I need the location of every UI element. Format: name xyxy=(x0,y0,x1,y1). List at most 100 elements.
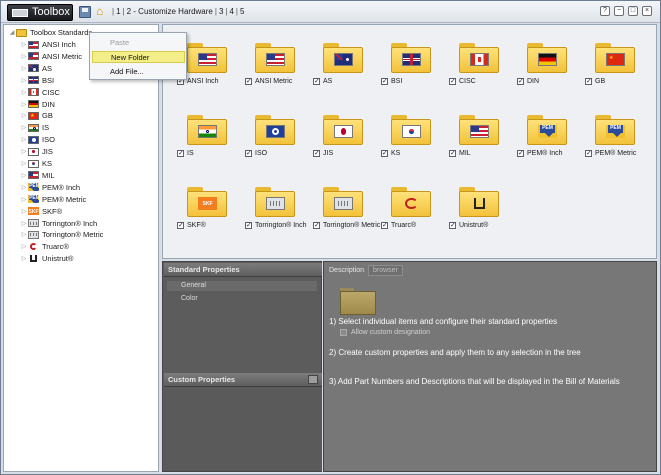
maximize-button[interactable]: □ xyxy=(628,6,638,16)
standard-card[interactable]: ✓ AS xyxy=(313,43,373,103)
folder-icon[interactable] xyxy=(323,115,363,145)
folder-icon[interactable] xyxy=(391,187,431,217)
card-checkbox[interactable]: ✓ xyxy=(381,150,388,157)
tree-item[interactable]: ▷ ISO xyxy=(20,134,55,145)
standard-card[interactable]: ★ ✓ GB xyxy=(585,43,645,103)
expand-arrow-icon[interactable]: ▷ xyxy=(20,160,28,167)
tree-root[interactable]: ◢ Toolbox Standards xyxy=(8,27,92,38)
card-checkbox[interactable]: ✓ xyxy=(449,150,456,157)
card-checkbox[interactable]: ✓ xyxy=(245,150,252,157)
property-general[interactable]: General xyxy=(167,281,317,291)
tree-item[interactable]: ▷ SKF SKF® xyxy=(20,206,62,217)
card-checkbox[interactable]: ✓ xyxy=(381,222,388,229)
expand-arrow-icon[interactable]: ▷ xyxy=(20,65,28,72)
tree-item[interactable]: ▷ Unistrut® xyxy=(20,253,74,264)
expand-arrow-icon[interactable]: ▷ xyxy=(20,124,28,131)
help-button[interactable]: ? xyxy=(600,6,610,16)
standard-card[interactable]: ✓ KS xyxy=(381,115,441,175)
expand-arrow-icon[interactable]: ▷ xyxy=(20,184,28,191)
menu-item-paste[interactable]: Paste xyxy=(92,37,185,49)
expand-arrow-icon[interactable]: ▷ xyxy=(20,220,28,227)
expand-arrow-icon[interactable]: ▷ xyxy=(20,89,28,96)
card-checkbox[interactable]: ✓ xyxy=(177,222,184,229)
tree-item[interactable]: ▷ BSI xyxy=(20,75,54,86)
browser-tab[interactable]: browser xyxy=(368,265,403,276)
expand-arrow-icon[interactable]: ▷ xyxy=(20,148,28,155)
standard-card[interactable]: ✓ DIN xyxy=(517,43,577,103)
expand-arrow-icon[interactable]: ▷ xyxy=(20,77,28,84)
expand-arrow-icon[interactable]: ▷ xyxy=(20,208,28,215)
menu-item-add-file[interactable]: Add File... xyxy=(92,66,185,78)
standard-card[interactable]: ✓ Unistrut® xyxy=(449,187,509,247)
folder-icon[interactable] xyxy=(323,43,363,73)
tree-item[interactable]: ▷ JIS xyxy=(20,146,53,157)
folder-icon[interactable] xyxy=(459,115,499,145)
standard-card[interactable]: ✓ BSI xyxy=(381,43,441,103)
folder-icon[interactable] xyxy=(323,187,363,217)
home-icon[interactable]: ⌂ xyxy=(96,4,103,18)
tree-item[interactable]: ▷ KS xyxy=(20,158,52,169)
expand-arrow-icon[interactable]: ▷ xyxy=(20,231,28,238)
add-custom-property-icon[interactable] xyxy=(308,375,318,384)
folder-icon[interactable] xyxy=(391,43,431,73)
expand-arrow-icon[interactable]: ▷ xyxy=(20,255,28,262)
tree-item[interactable]: ▷ Torrington® Inch xyxy=(20,218,97,229)
card-checkbox[interactable]: ✓ xyxy=(313,222,320,229)
close-button[interactable]: × xyxy=(642,6,652,16)
card-checkbox[interactable]: ✓ xyxy=(245,222,252,229)
tree-item[interactable]: ▷ Truarc® xyxy=(20,241,69,252)
folder-icon[interactable] xyxy=(391,115,431,145)
expand-arrow-icon[interactable]: ▷ xyxy=(20,112,28,119)
folder-icon[interactable]: PEM xyxy=(527,115,567,145)
folder-icon[interactable] xyxy=(459,43,499,73)
standard-card[interactable]: ✓ IS xyxy=(177,115,237,175)
standard-card[interactable]: PEM ✓ PEM® Metric xyxy=(585,115,645,175)
menu-item-new-folder[interactable]: New Folder xyxy=(92,51,185,63)
card-checkbox[interactable]: ✓ xyxy=(585,150,592,157)
expand-arrow-icon[interactable]: ▷ xyxy=(20,101,28,108)
folder-icon[interactable]: ★ xyxy=(595,43,635,73)
standard-card[interactable]: ✓ Truarc® xyxy=(381,187,441,247)
standard-card[interactable]: ✓ JIS xyxy=(313,115,373,175)
standard-card[interactable]: PEM ✓ PEM® Inch xyxy=(517,115,577,175)
folder-icon[interactable] xyxy=(459,187,499,217)
folder-icon[interactable]: SKF xyxy=(187,187,227,217)
card-checkbox[interactable]: ✓ xyxy=(449,78,456,85)
expand-arrow-icon[interactable]: ▷ xyxy=(20,136,28,143)
tree-item[interactable]: ▷ MIL xyxy=(20,170,55,181)
tree-item[interactable]: ▷ DIN xyxy=(20,99,55,110)
folder-icon[interactable] xyxy=(255,187,295,217)
standard-card[interactable]: ✓ Torrington® Metric xyxy=(313,187,380,247)
property-color[interactable]: Color xyxy=(181,295,198,302)
expand-arrow-icon[interactable]: ▷ xyxy=(20,172,28,179)
tree-item[interactable]: ▷ CISC xyxy=(20,87,60,98)
tree-item[interactable]: ▷ PEM PEM® Inch xyxy=(20,182,80,193)
folder-icon[interactable] xyxy=(255,115,295,145)
tree-item[interactable]: ▷ PEM PEM® Metric xyxy=(20,194,87,205)
standard-card[interactable]: ✓ MIL xyxy=(449,115,509,175)
card-checkbox[interactable]: ✓ xyxy=(449,222,456,229)
tree-item[interactable]: ▷ AS xyxy=(20,63,52,74)
card-checkbox[interactable]: ✓ xyxy=(381,78,388,85)
expand-arrow-icon[interactable]: ▷ xyxy=(20,41,28,48)
folder-icon[interactable] xyxy=(187,43,227,73)
allow-custom-designation[interactable]: Allow custom designation xyxy=(340,329,430,336)
tree-item[interactable]: ▷ Torrington® Metric xyxy=(20,229,104,240)
card-checkbox[interactable]: ✓ xyxy=(313,150,320,157)
tree-item[interactable]: ▷ ANSI Inch xyxy=(20,39,76,50)
standard-card[interactable]: ✓ CISC xyxy=(449,43,509,103)
minimize-button[interactable]: − xyxy=(614,6,624,16)
card-checkbox[interactable]: ✓ xyxy=(517,150,524,157)
breadcrumb-step-5[interactable]: 5 xyxy=(240,7,244,16)
expand-arrow-icon[interactable]: ▷ xyxy=(20,196,28,203)
tree-item[interactable]: ▷ ★ GB xyxy=(20,110,53,121)
collapse-arrow-icon[interactable]: ◢ xyxy=(8,29,16,36)
card-checkbox[interactable]: ✓ xyxy=(585,78,592,85)
folder-icon[interactable] xyxy=(255,43,295,73)
tree-item[interactable]: ▷ ANSI Metric xyxy=(20,51,82,62)
folder-icon[interactable] xyxy=(187,115,227,145)
description-tab[interactable]: Description xyxy=(329,267,364,274)
card-checkbox[interactable]: ✓ xyxy=(177,150,184,157)
folder-icon[interactable] xyxy=(527,43,567,73)
standard-card[interactable]: ✓ ISO xyxy=(245,115,305,175)
